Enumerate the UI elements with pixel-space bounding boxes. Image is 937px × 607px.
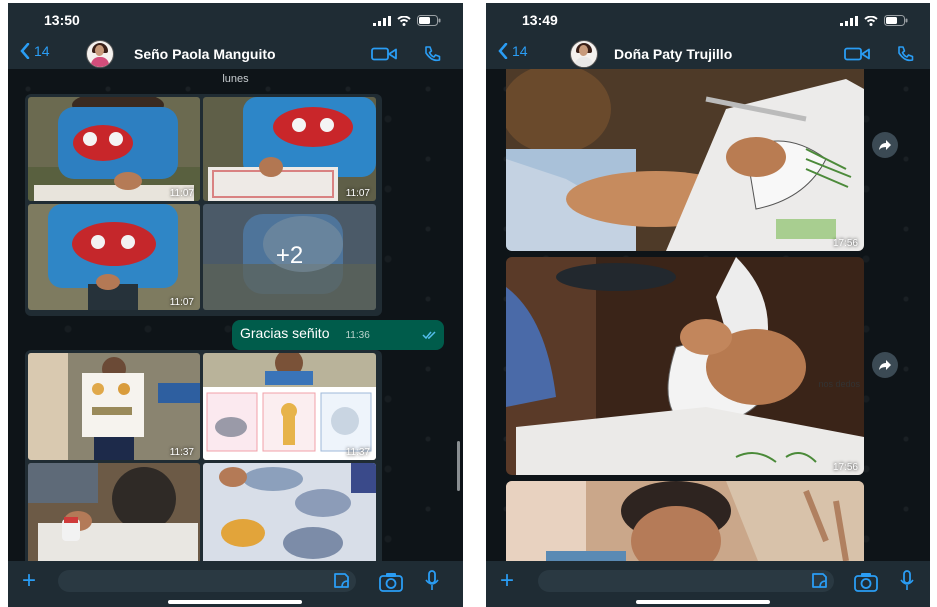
right-phone-screen: 13:49 14 Doña Paty Trujillo 17:56 nos de… <box>486 3 930 607</box>
photo-timestamp: 17:56 <box>832 462 858 473</box>
photo-text: nos dedos <box>818 379 860 389</box>
contact-avatar[interactable] <box>570 40 598 68</box>
photo-animal-worksheet <box>203 353 376 460</box>
microphone-icon[interactable] <box>900 570 914 592</box>
scroll-indicator[interactable] <box>457 441 460 491</box>
photo-timestamp: 11:07 <box>345 188 370 199</box>
photo-cutout-animals <box>203 463 376 561</box>
double-check-icon <box>422 331 436 340</box>
chat-header: 14 Seño Paola Manguito <box>8 39 463 69</box>
camera-icon[interactable] <box>379 572 403 592</box>
photo-timestamp: 11:07 <box>169 297 194 308</box>
photo-hands-paper <box>506 257 864 475</box>
phone-icon[interactable] <box>423 45 441 63</box>
back-button[interactable]: 14 <box>498 43 528 59</box>
plus-icon[interactable]: + <box>500 569 514 593</box>
home-indicator[interactable] <box>636 600 770 604</box>
message-input[interactable] <box>58 570 356 592</box>
message-time: 11:36 <box>345 330 370 341</box>
forward-icon <box>879 140 891 150</box>
forward-button[interactable] <box>872 132 898 158</box>
chat-photo[interactable]: 17:56 <box>506 69 864 251</box>
photo-timestamp: 11:37 <box>169 447 194 458</box>
forward-icon <box>879 360 891 370</box>
album-photo[interactable]: 11:37 <box>28 353 200 460</box>
photo-timestamp: 11:07 <box>169 188 194 199</box>
contact-name[interactable]: Seño Paola Manguito <box>134 46 276 62</box>
home-indicator[interactable] <box>168 600 302 604</box>
chat-area[interactable]: 17:56 nos dedos 17:56 <box>486 69 930 561</box>
photo-album-1[interactable]: 11:07 11:07 11:07 +2 <box>25 94 382 316</box>
battery-icon <box>417 15 441 26</box>
chevron-left-icon <box>20 43 30 59</box>
chevron-left-icon <box>498 43 508 59</box>
contact-name[interactable]: Doña Paty Trujillo <box>614 46 732 62</box>
video-call-icon[interactable] <box>371 47 397 61</box>
message-text: Gracias señito <box>240 325 330 341</box>
photo-child-cutting-paper <box>506 69 864 251</box>
chat-photo[interactable] <box>506 481 864 561</box>
call-actions <box>844 45 914 63</box>
video-call-icon[interactable] <box>844 47 870 61</box>
system-icons <box>373 15 441 26</box>
microphone-icon[interactable] <box>425 570 439 592</box>
more-photos-count: +2 <box>275 242 304 269</box>
chat-header: 14 Doña Paty Trujillo <box>486 39 930 69</box>
forward-button[interactable] <box>872 352 898 378</box>
album-photo[interactable]: 11:07 <box>28 204 200 310</box>
camera-icon[interactable] <box>854 572 878 592</box>
photo-boy-cutting <box>203 97 376 201</box>
day-separator: lunes <box>222 73 249 85</box>
photo-boy-shirt <box>28 97 200 201</box>
sticker-icon[interactable] <box>810 572 828 590</box>
chat-area[interactable]: lunes 11:07 11:07 11:07 +2 Gracias señit… <box>8 69 463 561</box>
contact-avatar[interactable] <box>86 40 114 68</box>
left-phone-screen: 13:50 14 Seño Paola Manguito lunes 11:07… <box>8 3 463 607</box>
album-photo[interactable] <box>28 463 200 561</box>
unread-count: 14 <box>512 43 528 59</box>
photo-timestamp: 11:37 <box>345 447 370 458</box>
message-input-bar: + <box>8 561 463 607</box>
album-more-photos[interactable]: +2 <box>203 204 376 310</box>
album-photo[interactable]: 11:37 <box>203 353 376 460</box>
message-input[interactable] <box>538 570 834 592</box>
photo-boy-paper <box>28 204 200 310</box>
photo-boy-table <box>506 481 864 561</box>
battery-icon <box>884 15 908 26</box>
photo-timestamp: 17:56 <box>832 238 858 249</box>
photo-album-2[interactable]: 11:37 11:37 <box>25 350 382 561</box>
outgoing-message[interactable]: Gracias señito 11:36 <box>232 320 444 350</box>
album-photo[interactable]: 11:07 <box>203 97 376 201</box>
status-time: 13:49 <box>522 12 558 28</box>
signal-icon <box>840 15 858 26</box>
photo-boy-glue <box>28 463 200 561</box>
wifi-icon <box>864 15 878 26</box>
chat-photo[interactable]: nos dedos 17:56 <box>506 257 864 475</box>
message-input-bar: + <box>486 561 930 607</box>
call-actions <box>371 45 441 63</box>
phone-icon[interactable] <box>896 45 914 63</box>
album-photo[interactable]: 11:07 <box>28 97 200 201</box>
status-time: 13:50 <box>44 12 80 28</box>
back-button[interactable]: 14 <box>20 43 50 59</box>
unread-count: 14 <box>34 43 50 59</box>
wifi-icon <box>397 15 411 26</box>
album-photo[interactable] <box>203 463 376 561</box>
system-icons <box>840 15 908 26</box>
status-bar: 13:50 <box>8 3 463 39</box>
plus-icon[interactable]: + <box>22 569 36 593</box>
signal-icon <box>373 15 391 26</box>
sticker-icon[interactable] <box>332 572 350 590</box>
status-bar: 13:49 <box>486 3 930 39</box>
photo-boy-holding-drawing <box>28 353 200 460</box>
